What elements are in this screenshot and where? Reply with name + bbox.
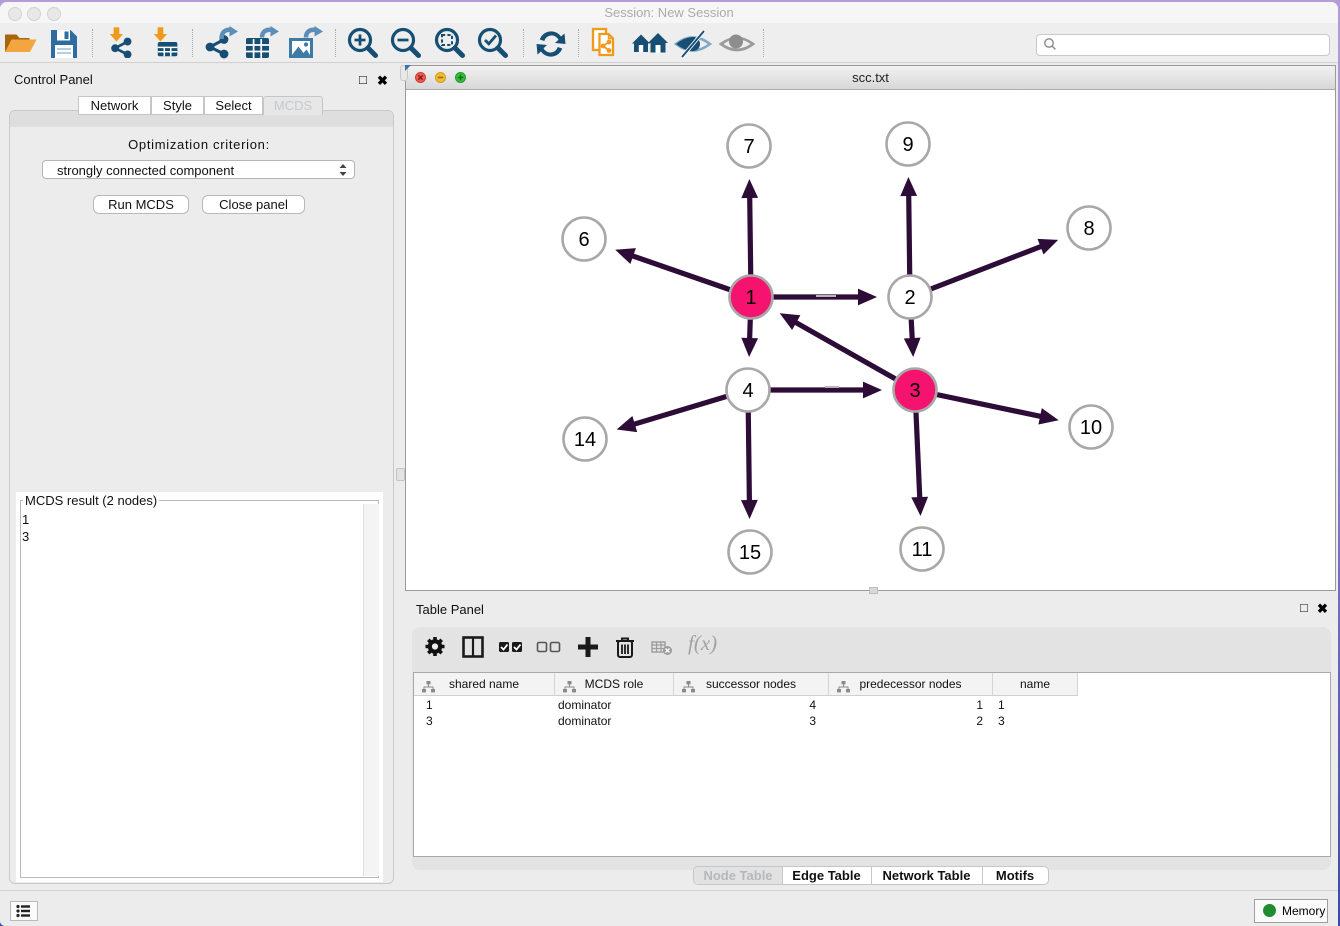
svg-text:6: 6 <box>578 229 589 251</box>
svg-text:4: 4 <box>742 380 753 402</box>
svg-text:1: 1 <box>745 287 756 309</box>
svg-text:3: 3 <box>909 380 920 402</box>
svg-text:2: 2 <box>904 287 915 309</box>
svg-text:8: 8 <box>1083 218 1094 240</box>
svg-text:11: 11 <box>912 539 933 561</box>
svg-text:14: 14 <box>574 429 596 451</box>
svg-text:9: 9 <box>902 134 913 156</box>
svg-text:15: 15 <box>739 542 761 564</box>
svg-text:10: 10 <box>1080 417 1102 439</box>
svg-text:7: 7 <box>743 136 754 158</box>
